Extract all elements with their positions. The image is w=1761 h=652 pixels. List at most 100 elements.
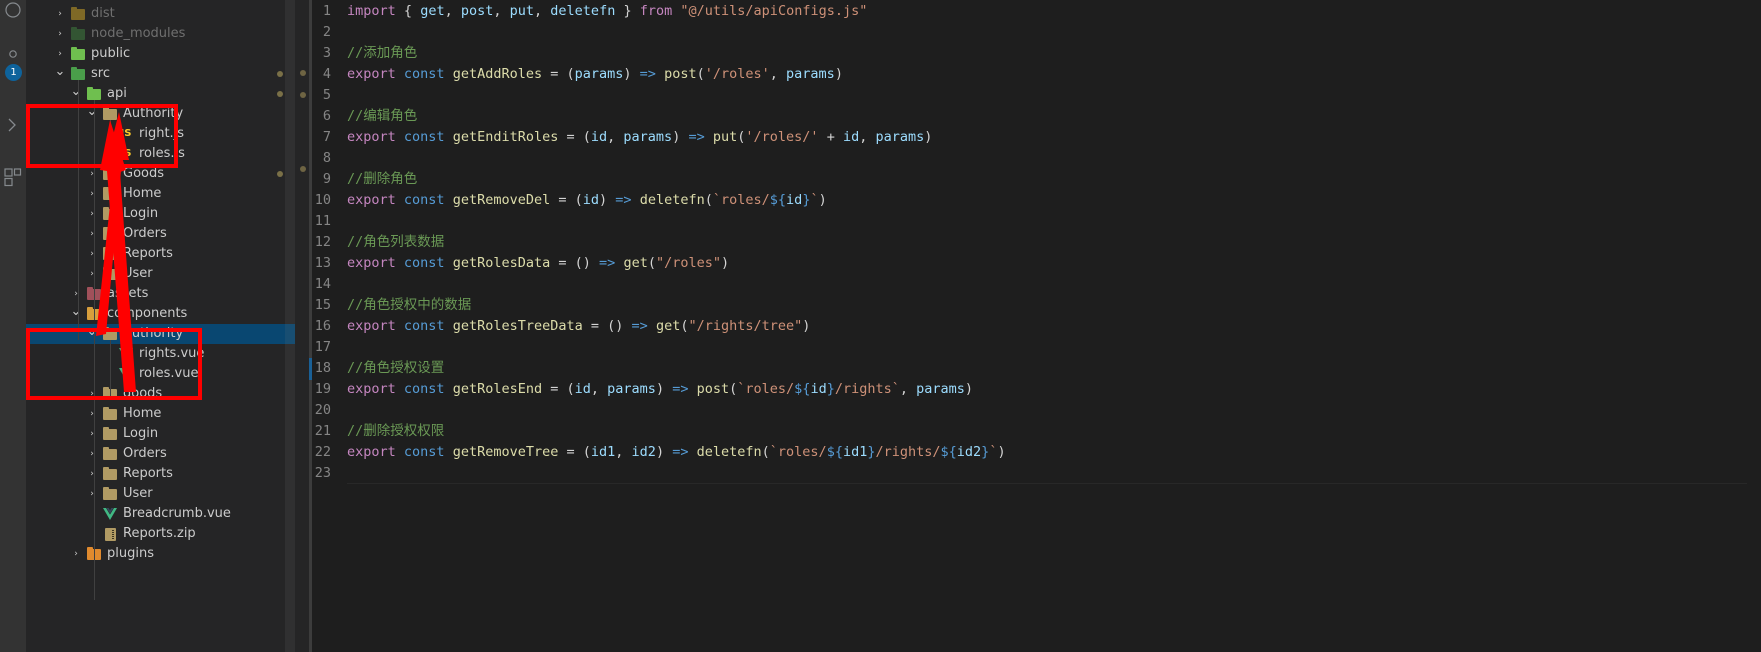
indent-guide xyxy=(94,330,95,600)
chevron-right-icon[interactable]: › xyxy=(86,464,98,484)
line-number: 12 xyxy=(314,234,331,250)
chevron-right-icon[interactable]: › xyxy=(86,424,98,444)
tree-item-roles-vue[interactable]: roles.vue xyxy=(26,364,295,384)
tree-item-label: src xyxy=(91,66,110,81)
chevron-down-icon[interactable]: ⌄ xyxy=(86,104,98,124)
code-text: //添加角色 xyxy=(347,45,418,61)
line-number: 9 xyxy=(322,171,331,187)
explorer-sidebar[interactable]: › dist › node_modules › public ⌄ src ⌄ api ⌄ Author… xyxy=(26,0,295,652)
tree-item-orders[interactable]: › Orders xyxy=(26,444,295,464)
line-number: 5 xyxy=(322,87,331,103)
line-number: 7 xyxy=(322,129,331,145)
folder-icon xyxy=(102,464,118,484)
chevron-right-icon[interactable]: › xyxy=(54,4,66,24)
tree-item-goods[interactable]: › goods xyxy=(26,384,295,404)
tree-item-reports[interactable]: › Reports xyxy=(26,464,295,484)
tree-item-public[interactable]: › public xyxy=(26,44,295,64)
folder-icon xyxy=(102,184,118,204)
tree-item-reports[interactable]: › Reports xyxy=(26,244,295,264)
chevron-right-icon[interactable]: › xyxy=(86,404,98,424)
line-number: 21 xyxy=(314,423,331,439)
chevron-right-icon[interactable]: › xyxy=(70,544,82,564)
line-number: 16 xyxy=(314,318,331,334)
chevron-down-icon[interactable]: ⌄ xyxy=(70,304,82,324)
tree-item-authority[interactable]: ⌄ Authority xyxy=(26,104,295,124)
code-text: export const getRemoveTree = (id1, id2) … xyxy=(347,444,1006,460)
tree-item-user[interactable]: › User xyxy=(26,484,295,504)
chevron-down-icon[interactable]: ⌄ xyxy=(86,324,98,344)
folder-public-icon xyxy=(70,44,86,64)
modified-dot-icon xyxy=(277,71,283,77)
chevron-right-icon[interactable]: › xyxy=(86,224,98,244)
tree-item-label: Reports xyxy=(123,246,173,261)
code-text: export const getEnditRoles = (id, params… xyxy=(347,129,933,145)
folder-icon xyxy=(102,224,118,244)
chevron-right-icon[interactable]: › xyxy=(86,244,98,264)
code-text: import { get, post, put, deletefn } from… xyxy=(347,3,868,19)
tree-item-home[interactable]: › Home xyxy=(26,184,295,204)
code-text: //角色列表数据 xyxy=(347,234,445,250)
tree-item-orders[interactable]: › Orders xyxy=(26,224,295,244)
tree-item-api[interactable]: ⌄ api xyxy=(26,84,295,104)
chevron-right-icon[interactable]: › xyxy=(54,24,66,44)
tree-item-label: goods xyxy=(123,386,163,401)
indent-guide xyxy=(110,340,111,400)
folder-icon xyxy=(102,244,118,264)
vscode-window: 1 › dist › node_modules › public ⌄ src ⌄ api ⌄ Auth… xyxy=(0,0,1761,652)
tree-item-src[interactable]: ⌄ src xyxy=(26,64,295,84)
tree-item-roles-js[interactable]: JS roles.js xyxy=(26,144,295,164)
chevron-right-icon[interactable]: › xyxy=(86,184,98,204)
modified-dot-icon xyxy=(277,171,283,177)
extensions-icon[interactable] xyxy=(0,162,26,192)
tree-item-label: components xyxy=(107,306,188,321)
chevron-right-icon[interactable]: › xyxy=(86,204,98,224)
tree-item-login[interactable]: › Login xyxy=(26,424,295,444)
folder-icon xyxy=(102,424,118,444)
folder-icon xyxy=(102,444,118,464)
tree-item-label: Reports xyxy=(123,466,173,481)
line-number: 14 xyxy=(314,276,331,292)
zip-file-icon xyxy=(102,524,118,544)
tree-item-home[interactable]: › Home xyxy=(26,404,295,424)
code-text: export const getRolesTreeData = () => ge… xyxy=(347,318,811,334)
tree-item-assets[interactable]: › assets xyxy=(26,284,295,304)
tree-item-label: dist xyxy=(91,6,115,21)
tree-item-components[interactable]: ⌄ components xyxy=(26,304,295,324)
chevron-right-icon[interactable]: › xyxy=(86,384,98,404)
tree-item-user[interactable]: › User xyxy=(26,264,295,284)
tree-item-label: Orders xyxy=(123,446,167,461)
explorer-icon[interactable] xyxy=(0,0,26,24)
line-number: 20 xyxy=(314,402,331,418)
tree-item-login[interactable]: › Login xyxy=(26,204,295,224)
chevron-right-icon[interactable]: › xyxy=(86,444,98,464)
line-number: 22 xyxy=(314,444,331,460)
tree-item-reports-zip[interactable]: Reports.zip xyxy=(26,524,295,544)
tree-item-breadcrumb-vue[interactable]: Breadcrumb.vue xyxy=(26,504,295,524)
chevron-right-icon[interactable]: › xyxy=(86,264,98,284)
tree-item-right-js[interactable]: JS right.js xyxy=(26,124,295,144)
chevron-right-icon[interactable]: › xyxy=(86,484,98,504)
tree-item-rights-vue[interactable]: rights.vue xyxy=(26,344,295,364)
vue-file-icon xyxy=(118,344,134,364)
indent-guide xyxy=(94,100,95,320)
chevron-down-icon[interactable]: ⌄ xyxy=(54,64,66,84)
tree-item-plugins[interactable]: › plugins xyxy=(26,544,295,564)
code-text: export const getAddRoles = (params) => p… xyxy=(347,66,843,82)
tree-item-label: Authority xyxy=(123,106,184,121)
chevron-down-icon[interactable]: ⌄ xyxy=(70,84,82,104)
chevron-right-icon[interactable]: › xyxy=(86,164,98,184)
code-editor[interactable]: 1 import { get, post, put, deletefn } fro… xyxy=(295,0,1761,652)
tree-item-goods[interactable]: › Goods xyxy=(26,164,295,184)
code-text: //删除授权权限 xyxy=(347,423,445,439)
tree-item-node-modules[interactable]: › node_modules xyxy=(26,24,295,44)
sidebar-scrollbar[interactable] xyxy=(285,0,295,652)
tree-item-label: Breadcrumb.vue xyxy=(123,506,231,521)
tree-item-label: api xyxy=(107,86,127,101)
line-number: 18 xyxy=(314,360,331,376)
code-text: //角色授权设置 xyxy=(347,360,445,376)
tree-item-label: Goods xyxy=(123,166,165,181)
run-and-debug-icon[interactable] xyxy=(0,112,26,138)
tree-item-authority[interactable]: ⌄ Authority xyxy=(26,324,295,344)
code-text: //删除角色 xyxy=(347,171,418,187)
tree-item-dist[interactable]: › dist xyxy=(26,4,295,24)
